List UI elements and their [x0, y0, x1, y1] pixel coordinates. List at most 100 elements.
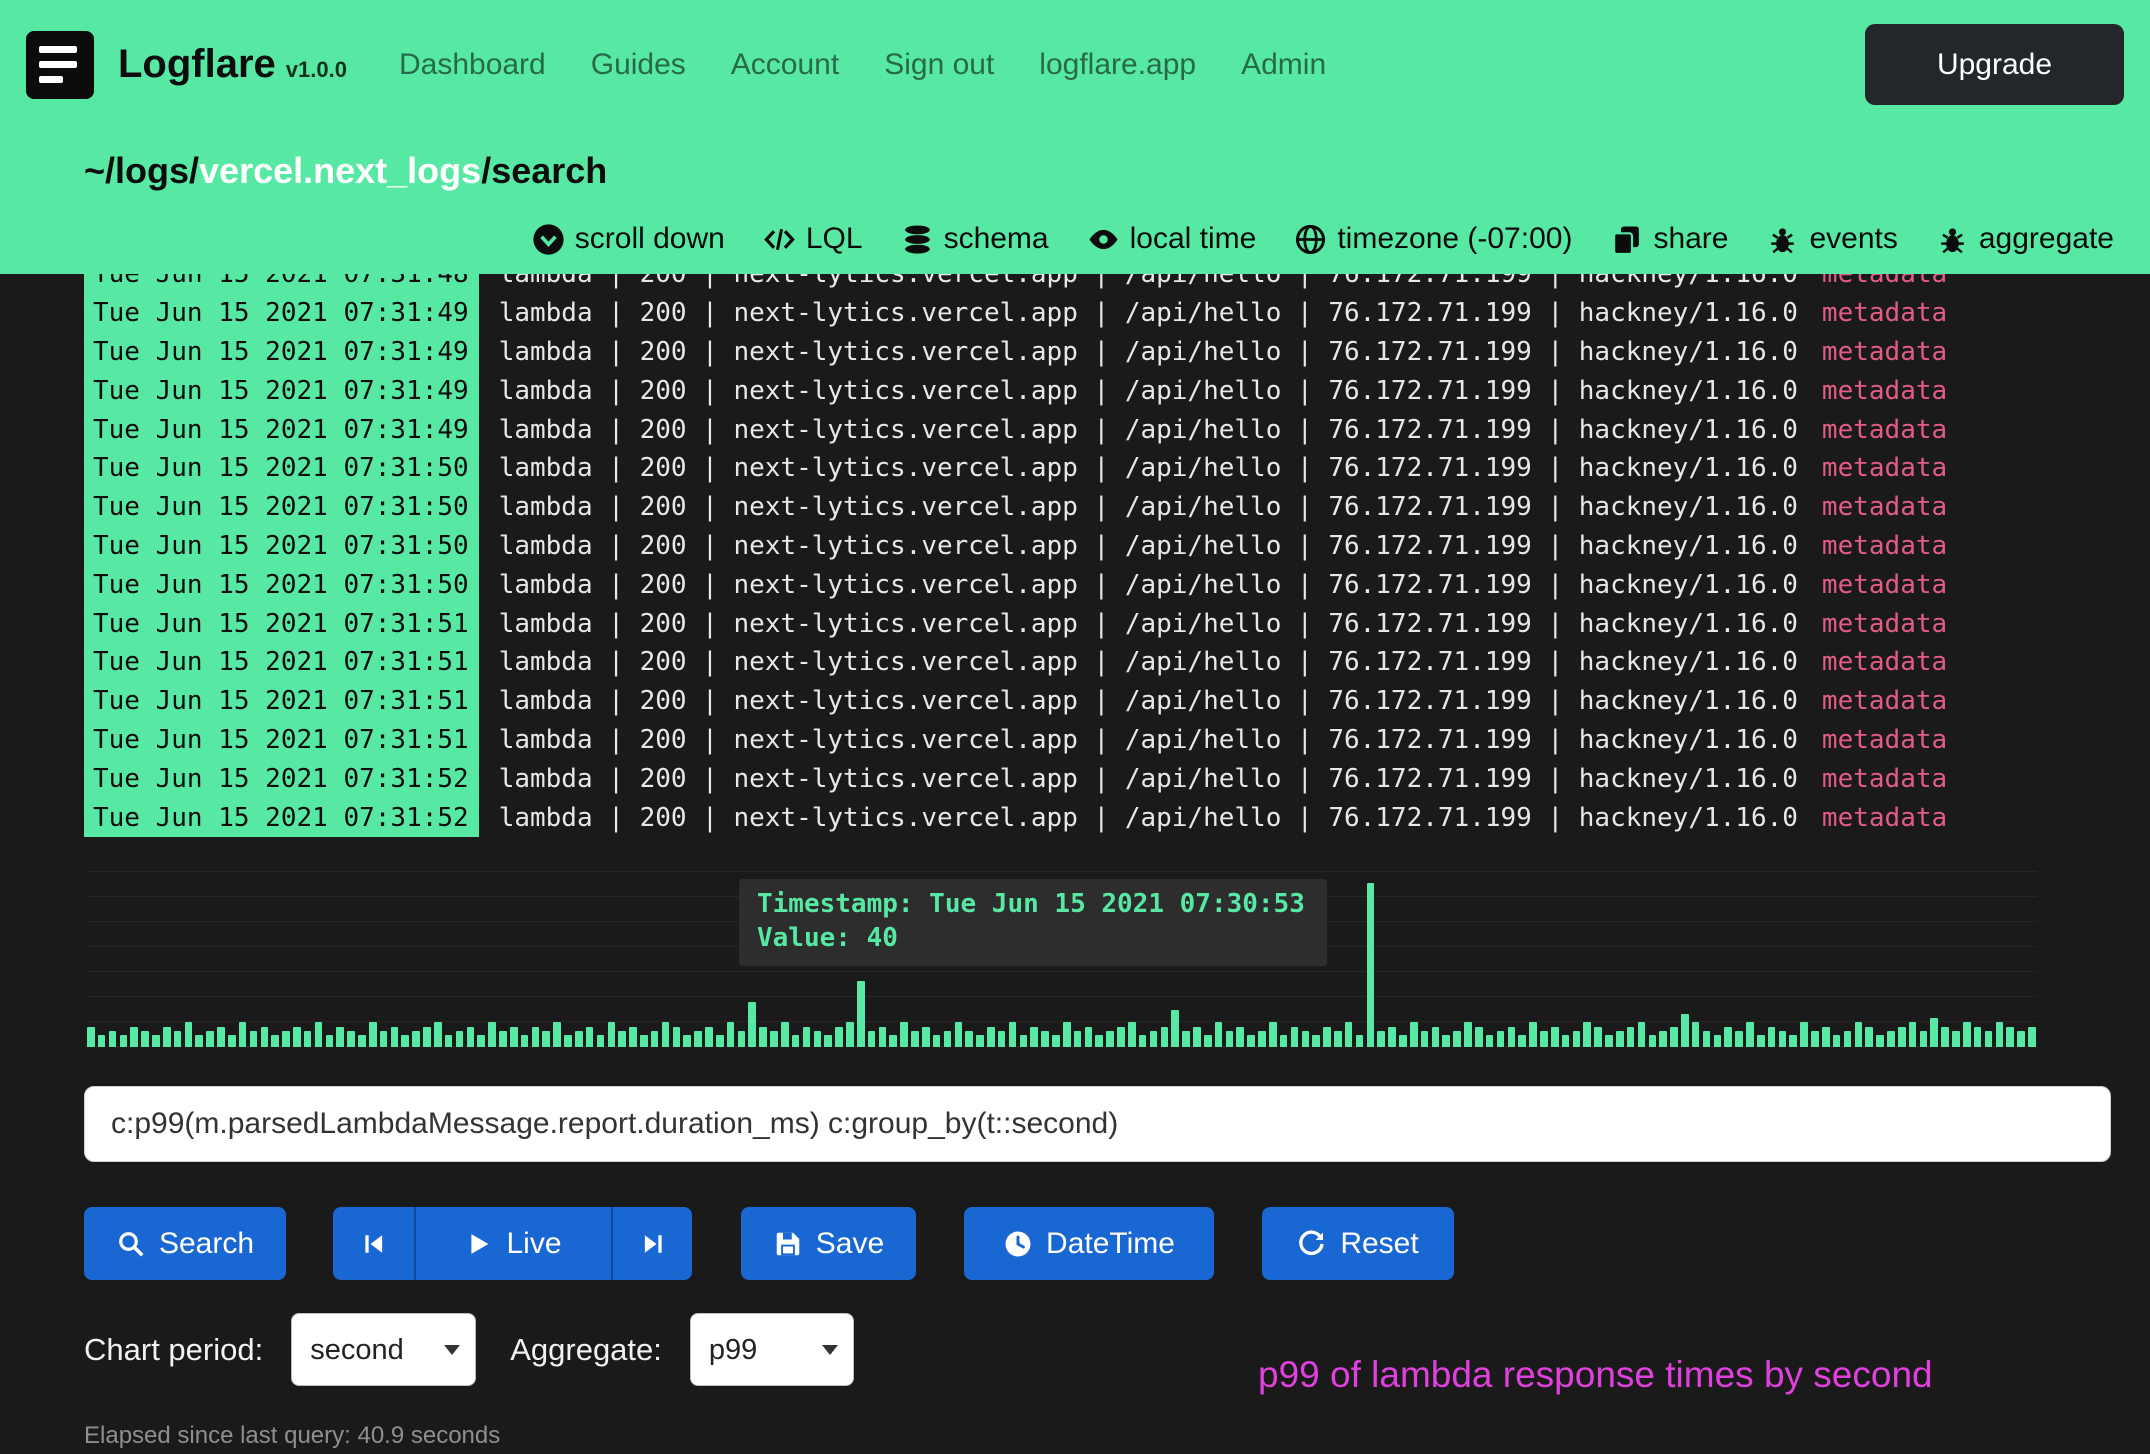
chart-bar[interactable]: [1497, 1031, 1505, 1047]
chart-bar[interactable]: [1800, 1022, 1808, 1047]
chart-bar[interactable]: [347, 1031, 355, 1047]
chart-bar[interactable]: [401, 1035, 409, 1047]
log-row[interactable]: Tue Jun 15 2021 07:31:49lambda | 200 | n…: [84, 333, 2150, 372]
chart-bar[interactable]: [1377, 1031, 1385, 1047]
chart-bar[interactable]: [239, 1022, 247, 1047]
chart-bar[interactable]: [1432, 1027, 1440, 1048]
chart-bar[interactable]: [1573, 1031, 1581, 1047]
chart-bar[interactable]: [1074, 1031, 1082, 1047]
chart-bar[interactable]: [1464, 1022, 1472, 1047]
log-metadata-link[interactable]: metadata: [1822, 609, 1947, 639]
page-backward-button[interactable]: [333, 1207, 414, 1280]
log-metadata-link[interactable]: metadata: [1822, 453, 1947, 483]
share-button[interactable]: share: [1610, 222, 1728, 256]
chart-bar[interactable]: [98, 1035, 106, 1047]
log-metadata-link[interactable]: metadata: [1822, 415, 1947, 445]
chart-bar[interactable]: [1009, 1022, 1017, 1047]
chart-bar[interactable]: [282, 1031, 290, 1047]
chart-bar[interactable]: [1605, 1035, 1613, 1047]
chart-bar[interactable]: [900, 1022, 908, 1047]
log-metadata-link[interactable]: metadata: [1822, 274, 1947, 289]
chart-bar[interactable]: [315, 1022, 323, 1047]
chart-bar[interactable]: [1367, 883, 1375, 1047]
chart-bar[interactable]: [1302, 1031, 1310, 1047]
chart-bar[interactable]: [955, 1022, 963, 1047]
chart-bar[interactable]: [1020, 1035, 1028, 1047]
chart-bar[interactable]: [1475, 1027, 1483, 1048]
chart-bar[interactable]: [1095, 1035, 1103, 1047]
chart-bar[interactable]: [835, 1027, 843, 1048]
chart-bar[interactable]: [1529, 1022, 1537, 1047]
chart-bar[interactable]: [412, 1031, 420, 1047]
chart-bar[interactable]: [1421, 1031, 1429, 1047]
chart-bar[interactable]: [1345, 1022, 1353, 1047]
log-row[interactable]: Tue Jun 15 2021 07:31:49lambda | 200 | n…: [84, 410, 2150, 449]
reset-button[interactable]: Reset: [1262, 1207, 1454, 1280]
chart-bar[interactable]: [846, 1022, 854, 1047]
chart-bar[interactable]: [1291, 1027, 1299, 1048]
chart-bar[interactable]: [1161, 1027, 1169, 1048]
chart-bar[interactable]: [651, 1031, 659, 1047]
chart-bar[interactable]: [889, 1035, 897, 1047]
chart-bar[interactable]: [1052, 1035, 1060, 1047]
log-row[interactable]: Tue Jun 15 2021 07:31:48lambda | 200 | n…: [84, 274, 2150, 294]
datetime-button[interactable]: DateTime: [964, 1207, 1214, 1280]
chart-bar[interactable]: [1746, 1022, 1754, 1047]
chart-bar[interactable]: [369, 1022, 377, 1047]
chart-bar[interactable]: [575, 1031, 583, 1047]
chart-bar[interactable]: [1974, 1027, 1982, 1048]
chart-bar[interactable]: [1334, 1031, 1342, 1047]
chart-bar[interactable]: [1638, 1022, 1646, 1047]
chart-bar[interactable]: [683, 1035, 691, 1047]
chart-bar[interactable]: [1724, 1027, 1732, 1048]
chart-bar[interactable]: [1822, 1027, 1830, 1048]
chart-bar[interactable]: [1887, 1031, 1895, 1047]
chart-bar[interactable]: [1855, 1022, 1863, 1047]
chart-bar[interactable]: [1486, 1035, 1494, 1047]
chart-bar[interactable]: [1703, 1031, 1711, 1047]
brand[interactable]: Logflare v1.0.0: [118, 42, 347, 87]
chart-bar[interactable]: [510, 1027, 518, 1048]
log-metadata-link[interactable]: metadata: [1822, 531, 1947, 561]
chart-bar[interactable]: [1399, 1035, 1407, 1047]
chart-bar[interactable]: [1508, 1027, 1516, 1048]
chart-bar[interactable]: [358, 1035, 366, 1047]
chart-bar[interactable]: [2028, 1027, 2036, 1048]
chart-bar[interactable]: [586, 1027, 594, 1048]
chart-bar[interactable]: [879, 1027, 887, 1048]
chart-bar[interactable]: [597, 1035, 605, 1047]
chart-bar[interactable]: [1258, 1031, 1266, 1047]
log-row[interactable]: Tue Jun 15 2021 07:31:51lambda | 200 | n…: [84, 721, 2150, 760]
chart-bar[interactable]: [109, 1031, 117, 1047]
log-metadata-link[interactable]: metadata: [1822, 570, 1947, 600]
chart-bar[interactable]: [163, 1027, 171, 1048]
log-row[interactable]: Tue Jun 15 2021 07:31:52lambda | 200 | n…: [84, 798, 2150, 837]
query-input[interactable]: [84, 1086, 2111, 1162]
chart-bar[interactable]: [195, 1035, 203, 1047]
chart-bar[interactable]: [174, 1031, 182, 1047]
chart-bar[interactable]: [304, 1031, 312, 1047]
chart-bar[interactable]: [1193, 1027, 1201, 1048]
chart-bar[interactable]: [640, 1035, 648, 1047]
chart-bar[interactable]: [477, 1035, 485, 1047]
log-row[interactable]: Tue Jun 15 2021 07:31:51lambda | 200 | n…: [84, 604, 2150, 643]
chart-bar[interactable]: [521, 1035, 529, 1047]
lql-button[interactable]: LQL: [763, 222, 863, 256]
chart-bar[interactable]: [857, 981, 865, 1047]
chart-bar[interactable]: [1269, 1022, 1277, 1047]
chart-bar[interactable]: [1659, 1031, 1667, 1047]
log-row[interactable]: Tue Jun 15 2021 07:31:50lambda | 200 | n…: [84, 488, 2150, 527]
chart-bar[interactable]: [293, 1027, 301, 1048]
nav-link-logflare-app[interactable]: logflare.app: [1039, 48, 1196, 82]
chart-bar[interactable]: [217, 1027, 225, 1048]
chart-bar[interactable]: [1236, 1027, 1244, 1048]
log-metadata-link[interactable]: metadata: [1822, 803, 1947, 833]
chart-bar[interactable]: [727, 1022, 735, 1047]
chart-bar[interactable]: [1930, 1018, 1938, 1047]
chart-bar[interactable]: [770, 1031, 778, 1047]
events-button[interactable]: events: [1766, 222, 1897, 256]
chart-bar[interactable]: [1182, 1031, 1190, 1047]
nav-link-admin[interactable]: Admin: [1241, 48, 1326, 82]
chart-bar[interactable]: [1388, 1027, 1396, 1048]
aggregate-select[interactable]: p99: [690, 1313, 854, 1386]
